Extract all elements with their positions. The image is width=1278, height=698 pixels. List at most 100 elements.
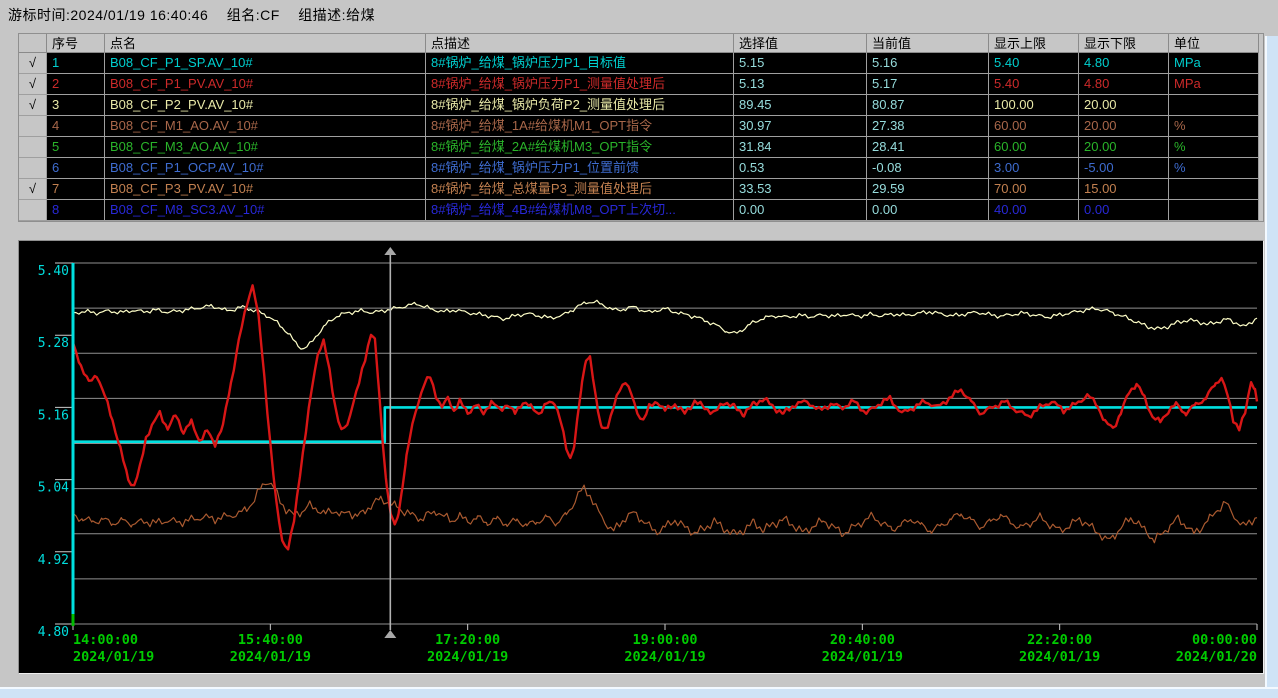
cell-current-value: 80.87 (867, 95, 989, 116)
x-axis-label: 2024/01/20 (1176, 649, 1257, 665)
y-axis-label: 4.80 (38, 625, 69, 640)
cell-current-value: 5.17 (867, 74, 989, 95)
y-axis-label: 5.40 (38, 264, 69, 279)
cell-point-desc: 8#锅炉_给煤_锅炉压力P1_目标值 (426, 53, 734, 74)
cell-point-name: B08_CF_P1_SP.AV_10# (105, 53, 426, 74)
cell-point-desc: 8#锅炉_给煤_锅炉压力P1_测量值处理后 (426, 74, 734, 95)
x-axis-label: 00:00:00 (1192, 632, 1257, 648)
row-checkbox[interactable] (19, 158, 47, 179)
row-checkbox[interactable]: √ (19, 74, 47, 95)
cursor-handle-top[interactable] (384, 247, 396, 255)
table-row[interactable]: 4B08_CF_M1_AO.AV_10#8#锅炉_给煤_1A#给煤机M1_OPT… (19, 116, 1263, 137)
table-row[interactable]: 5B08_CF_M3_AO.AV_10#8#锅炉_给煤_2A#给煤机M3_OPT… (19, 137, 1263, 158)
cell-point-name: B08_CF_P2_PV.AV_10# (105, 95, 426, 116)
trend-viewer-window: { "header": { "cursor_time_label": "游标时间… (0, 0, 1278, 698)
cell-current-value: 28.41 (867, 137, 989, 158)
info-line: 游标时间:2024/01/19 16:40:46 组名:CF 组描述:给煤 (8, 5, 389, 25)
cell-seq: 3 (47, 95, 105, 116)
table-row[interactable]: √7B08_CF_P3_PV.AV_10#8#锅炉_给煤_总煤量P3_测量值处理… (19, 179, 1263, 200)
window-right-edge (1265, 36, 1278, 698)
cell-point-desc: 8#锅炉_给煤_锅炉负荷P2_测量值处理后 (426, 95, 734, 116)
x-axis-label: 2024/01/19 (822, 649, 903, 665)
table-row[interactable]: √2B08_CF_P1_PV.AV_10#8#锅炉_给煤_锅炉压力P1_测量值处… (19, 74, 1263, 95)
cell-current-value: 29.59 (867, 179, 989, 200)
cell-display-lower-limit: 4.80 (1079, 74, 1169, 95)
cell-selected-value: 30.97 (734, 116, 867, 137)
table-row[interactable]: 8B08_CF_M8_SC3.AV_10#8#锅炉_给煤_4B#给煤机M8_OP… (19, 200, 1263, 221)
cursor-handle-bottom[interactable] (384, 630, 396, 638)
x-axis-label: 2024/01/19 (427, 649, 508, 665)
row-checkbox[interactable]: √ (19, 95, 47, 116)
cell-unit (1169, 95, 1259, 116)
column-header-5: 当前值 (867, 34, 989, 53)
cell-display-upper-limit: 3.00 (989, 158, 1079, 179)
column-header-0 (19, 34, 47, 53)
window-bottom-edge (0, 687, 1278, 698)
trend-chart-panel: 5.405.285.165.044.924.8014:00:002024/01/… (18, 240, 1264, 674)
cell-display-lower-limit: 0.00 (1079, 200, 1169, 221)
trend-chart: 5.405.285.165.044.924.8014:00:002024/01/… (19, 241, 1263, 673)
cell-seq: 2 (47, 74, 105, 95)
table-row[interactable]: √3B08_CF_P2_PV.AV_10#8#锅炉_给煤_锅炉负荷P2_测量值处… (19, 95, 1263, 116)
cell-selected-value: 5.15 (734, 53, 867, 74)
table-header-row: 序号点名点描述选择值当前值显示上限显示下限单位 (19, 34, 1263, 53)
cell-selected-value: 5.13 (734, 74, 867, 95)
x-axis-label: 15:40:00 (238, 632, 303, 648)
row-checkbox[interactable]: √ (19, 179, 47, 200)
cell-point-name: B08_CF_P1_PV.AV_10# (105, 74, 426, 95)
cell-point-desc: 8#锅炉_给煤_2A#给煤机M3_OPT指令 (426, 137, 734, 158)
x-axis-label: 20:40:00 (830, 632, 895, 648)
y-axis-label: 5.28 (38, 336, 69, 351)
cell-unit: % (1169, 137, 1259, 158)
row-checkbox[interactable]: √ (19, 53, 47, 74)
x-axis-label: 2024/01/19 (73, 649, 154, 665)
cell-display-upper-limit: 60.00 (989, 137, 1079, 158)
group-name-label: 组名:CF (227, 7, 280, 23)
trend-line-b08-cf-p1-sp-av-10- (73, 407, 1257, 441)
cell-unit: % (1169, 158, 1259, 179)
cell-unit (1169, 200, 1259, 221)
group-desc-label: 组描述:给煤 (298, 7, 375, 23)
column-header-6: 显示上限 (989, 34, 1079, 53)
x-axis-label: 22:20:00 (1027, 632, 1092, 648)
x-axis-label: 2024/01/19 (230, 649, 311, 665)
cell-display-lower-limit: -5.00 (1079, 158, 1169, 179)
cell-seq: 7 (47, 179, 105, 200)
cell-selected-value: 33.53 (734, 179, 867, 200)
trend-line-b08-cf-p2-pv-av-10- (73, 300, 1257, 349)
cell-seq: 1 (47, 53, 105, 74)
cell-display-upper-limit: 70.00 (989, 179, 1079, 200)
y-axis-label: 5.16 (38, 408, 69, 423)
cell-point-desc: 8#锅炉_给煤_总煤量P3_测量值处理后 (426, 179, 734, 200)
cell-point-name: B08_CF_P1_OCP.AV_10# (105, 158, 426, 179)
row-checkbox[interactable] (19, 200, 47, 221)
x-axis-label: 2024/01/19 (1019, 649, 1100, 665)
x-axis-label: 2024/01/19 (624, 649, 705, 665)
cell-display-upper-limit: 60.00 (989, 116, 1079, 137)
table-body: √1B08_CF_P1_SP.AV_10#8#锅炉_给煤_锅炉压力P1_目标值5… (19, 53, 1263, 221)
row-checkbox[interactable] (19, 116, 47, 137)
x-axis-label: 17:20:00 (435, 632, 500, 648)
cell-seq: 5 (47, 137, 105, 158)
column-header-4: 选择值 (734, 34, 867, 53)
cell-display-lower-limit: 20.00 (1079, 95, 1169, 116)
row-checkbox[interactable] (19, 137, 47, 158)
cell-point-desc: 8#锅炉_给煤_4B#给煤机M8_OPT上次切... (426, 200, 734, 221)
point-table: 序号点名点描述选择值当前值显示上限显示下限单位 √1B08_CF_P1_SP.A… (18, 33, 1264, 222)
table-row[interactable]: √1B08_CF_P1_SP.AV_10#8#锅炉_给煤_锅炉压力P1_目标值5… (19, 53, 1263, 74)
column-header-3: 点描述 (426, 34, 734, 53)
cell-display-upper-limit: 5.40 (989, 53, 1079, 74)
cell-point-name: B08_CF_M1_AO.AV_10# (105, 116, 426, 137)
cell-unit: MPa (1169, 53, 1259, 74)
cell-point-name: B08_CF_P3_PV.AV_10# (105, 179, 426, 200)
cell-point-name: B08_CF_M3_AO.AV_10# (105, 137, 426, 158)
cell-display-lower-limit: 20.00 (1079, 116, 1169, 137)
cell-display-upper-limit: 5.40 (989, 74, 1079, 95)
y-axis-label: 5.04 (38, 481, 69, 496)
cell-display-upper-limit: 40.00 (989, 200, 1079, 221)
x-axis-label: 14:00:00 (73, 632, 138, 648)
table-row[interactable]: 6B08_CF_P1_OCP.AV_10#8#锅炉_给煤_锅炉压力P1_位置前馈… (19, 158, 1263, 179)
x-axis-label: 19:00:00 (632, 632, 697, 648)
cell-seq: 4 (47, 116, 105, 137)
column-header-1: 序号 (47, 34, 105, 53)
